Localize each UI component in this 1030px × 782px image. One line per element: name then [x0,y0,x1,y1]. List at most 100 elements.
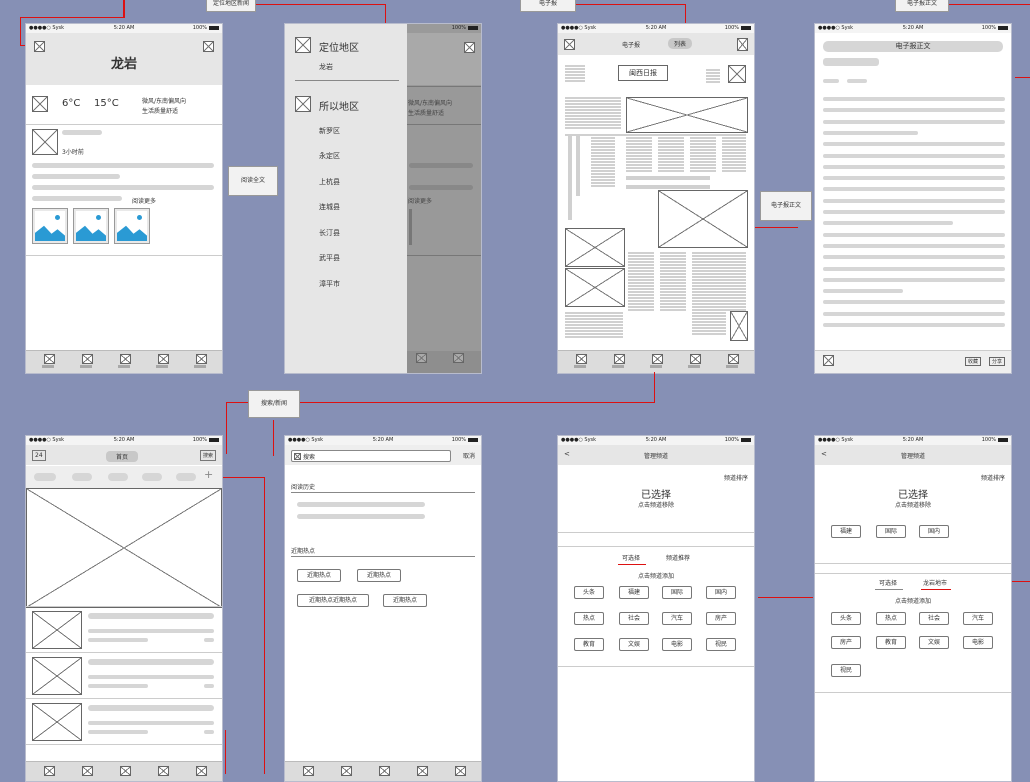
channel-chip[interactable]: 热点 [574,612,604,625]
menu-icon[interactable] [464,42,475,53]
channel-chip[interactable]: 教育 [876,636,906,649]
tab-selectable[interactable]: 可选择 [879,578,897,587]
read-more-link[interactable]: 阅读更多 [132,196,156,205]
connector [758,597,813,598]
tab-icon[interactable] [120,766,131,776]
channel-chip[interactable]: 汽车 [963,612,993,625]
channel-chip[interactable]: 电影 [963,636,993,649]
text-line-placeholder [628,282,654,284]
channel-chip[interactable]: 社会 [619,612,649,625]
tab-icon[interactable] [158,354,169,364]
article-image[interactable] [730,311,748,341]
text-line-placeholder [565,65,585,67]
channel-chip[interactable]: 文娱 [919,636,949,649]
add-channel-icon[interactable]: + [204,468,213,481]
tab-selectable[interactable]: 可选择 [622,553,640,562]
channel-tab[interactable] [176,473,196,481]
channel-tab[interactable] [72,473,92,481]
tab-icon[interactable] [196,354,207,364]
tab-recommend[interactable]: 频道推荐 [666,553,690,562]
hot-tag[interactable]: 近期热点 [357,569,401,582]
channel-tab[interactable] [108,473,128,481]
tab-icon[interactable] [44,354,55,364]
tab-icon[interactable] [82,766,93,776]
tab-local[interactable]: 龙岩地市 [923,578,947,587]
channel-chip[interactable]: 福建 [619,586,649,599]
news-thumb[interactable] [32,611,82,649]
cancel-button[interactable]: 取消 [463,451,475,460]
selected-chip[interactable]: 福建 [831,525,861,538]
tab-icon[interactable] [652,354,663,364]
district-item[interactable]: 漳平市 [319,279,340,289]
channel-tab[interactable] [34,473,56,481]
tab-icon[interactable] [728,354,739,364]
tab-icon[interactable] [690,354,701,364]
font-icon[interactable] [823,355,834,366]
channel-chip[interactable]: 电影 [662,638,692,651]
selected-chip[interactable]: 国内 [919,525,949,538]
back-icon[interactable] [564,39,575,50]
news-thumb[interactable] [32,657,82,695]
hot-tag[interactable]: 近期热点 [297,569,341,582]
district-item[interactable]: 上杭县 [319,177,340,187]
channel-chip[interactable]: 房产 [831,636,861,649]
channel-chip[interactable]: 视民 [706,638,736,651]
channel-chip[interactable]: 国内 [706,586,736,599]
news-thumb[interactable] [32,129,58,155]
tab-icon[interactable] [379,766,390,776]
channel-chip[interactable]: 热点 [876,612,906,625]
channel-chip[interactable]: 社会 [919,612,949,625]
channel-chip[interactable]: 汽车 [662,612,692,625]
tab-icon[interactable] [158,766,169,776]
channel-chip[interactable]: 国际 [662,586,692,599]
tab-icon[interactable] [416,353,427,363]
channel-chip[interactable]: 头条 [831,612,861,625]
tab-icon[interactable] [82,354,93,364]
menu-icon[interactable] [203,41,214,52]
district-item[interactable]: 武平县 [319,253,340,263]
news-thumb[interactable] [32,703,82,741]
sort-button[interactable]: 频道排序 [981,473,1005,482]
search-input[interactable]: 搜索 [291,450,451,462]
channel-chip[interactable]: 头条 [574,586,604,599]
drawer-current[interactable]: 龙岩 [319,62,333,72]
article-image[interactable] [565,268,625,307]
text-line-placeholder [565,330,623,332]
selected-chip[interactable]: 国际 [876,525,906,538]
tab-icon[interactable] [196,766,207,776]
article-image[interactable] [658,190,748,248]
sort-button[interactable]: 频道排序 [724,473,748,482]
text-line-placeholder [626,143,652,145]
article-image[interactable] [626,97,748,133]
tab-icon[interactable] [417,766,428,776]
seg-list[interactable]: 列表 [668,38,693,49]
tab-icon[interactable] [576,354,587,364]
tab-icon[interactable] [120,354,131,364]
share-button[interactable]: 分享 [988,357,1005,366]
seg-epaper[interactable]: 电子报 [622,40,640,49]
district-item[interactable]: 永定区 [319,151,340,161]
calendar-icon[interactable] [737,38,748,51]
channel-chip[interactable]: 视民 [831,664,861,677]
location-icon[interactable] [34,41,45,52]
channel-chip[interactable]: 房产 [706,612,736,625]
tab-icon[interactable] [303,766,314,776]
district-item[interactable]: 连城县 [319,202,340,212]
favorite-button[interactable]: 收藏 [964,357,981,366]
hot-tag[interactable]: 近期热点 [383,594,427,607]
tab-icon[interactable] [455,766,466,776]
tab-icon[interactable] [453,353,464,363]
channel-tab[interactable] [142,473,162,481]
channel-chip[interactable]: 文娱 [619,638,649,651]
tab-icon[interactable] [341,766,352,776]
article-image[interactable] [565,228,625,267]
district-item[interactable]: 长汀县 [319,228,340,238]
channel-chip[interactable]: 教育 [574,638,604,651]
district-item[interactable]: 新罗区 [319,126,340,136]
hot-tag[interactable]: 近期热点近期热点 [297,594,369,607]
date-badge[interactable]: 24 [32,450,46,461]
tab-icon[interactable] [44,766,55,776]
search-button[interactable]: 搜索 [199,450,216,461]
tab-icon[interactable] [614,354,625,364]
banner-image[interactable] [26,488,222,608]
